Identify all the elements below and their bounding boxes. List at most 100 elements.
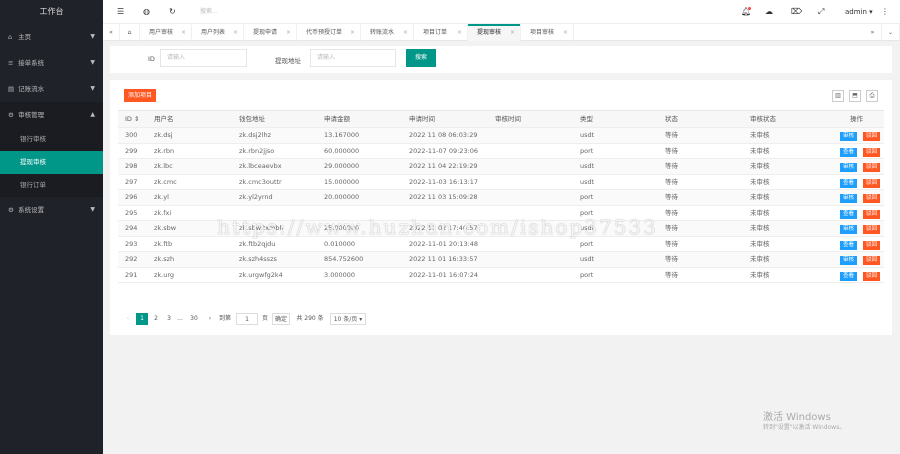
page-1[interactable]: 1 bbox=[136, 313, 148, 325]
reject-button[interactable]: 驳回 bbox=[863, 163, 881, 172]
cell-audit: 未审核 bbox=[750, 208, 770, 217]
cell-id: 295 bbox=[125, 208, 138, 217]
tab-transfer-flow[interactable]: 转账流水 × bbox=[361, 24, 414, 41]
cell-id: 292 bbox=[125, 255, 138, 263]
sidebar-item-settings[interactable]: ⚙ 系统设置 ▼ bbox=[0, 197, 103, 223]
tab-label: 用户列表 bbox=[201, 29, 226, 36]
cell-amt: 29.000000 bbox=[324, 162, 360, 170]
refresh-icon[interactable]: ↻ bbox=[169, 0, 176, 24]
reject-button[interactable]: 驳回 bbox=[863, 240, 881, 250]
close-icon[interactable]: × bbox=[350, 24, 355, 41]
reject-button[interactable]: 驳回 bbox=[863, 132, 881, 141]
reject-button[interactable]: 驳回 bbox=[863, 271, 881, 281]
tag-icon[interactable]: ⌦ bbox=[791, 0, 802, 24]
windows-activate-hint: 转到"设置"以激活 Windows。 bbox=[763, 424, 846, 431]
add-project-button[interactable]: 添加项目 bbox=[124, 89, 156, 102]
tab-menu-icon[interactable]: ⌄ bbox=[882, 24, 900, 41]
table-row: 300 zk.dsj zk.dsj2lhz 13.167000 2022 11 08 0… bbox=[118, 128, 884, 144]
export-icon[interactable]: ⬒ bbox=[849, 90, 861, 102]
sidebar-item-ledger[interactable]: ▤ 记账流水 ▼ bbox=[0, 76, 103, 102]
close-icon[interactable]: × bbox=[563, 24, 568, 41]
reject-button[interactable]: 驳回 bbox=[863, 209, 881, 219]
approve-button[interactable]: 查看 bbox=[840, 147, 858, 157]
reject-button[interactable]: 驳回 bbox=[863, 225, 881, 234]
table-row: 299 zk.rbn zk.rbn2jjso 60.000000 2022-11-07 … bbox=[118, 144, 884, 159]
table-row: 291 zk.urg zk.urgwfg2k4 3.000000 2022-11-01 … bbox=[118, 268, 884, 283]
home-tab-icon[interactable]: ⌂ bbox=[120, 24, 140, 41]
address-input[interactable]: 请输入 bbox=[310, 49, 396, 67]
chevron-down-icon: ▼ bbox=[90, 206, 95, 213]
sidebar-sub-withdraw-audit[interactable]: 提现审核 bbox=[0, 151, 103, 174]
cell-id: 299 bbox=[125, 146, 138, 155]
close-icon[interactable]: × bbox=[457, 24, 462, 41]
sidebar-item-audit[interactable]: ⚙ 审核管理 ▲ bbox=[0, 102, 103, 128]
close-icon[interactable]: × bbox=[403, 24, 408, 41]
cell-type: port bbox=[580, 270, 594, 279]
cell-status: 等待 bbox=[665, 270, 678, 279]
sidebar-item-home[interactable]: ⌂ 主页 ▼ bbox=[0, 24, 103, 50]
sidebar-item-label: 记账流水 bbox=[18, 85, 45, 93]
close-icon[interactable]: × bbox=[510, 24, 515, 41]
next-page-icon[interactable]: › bbox=[204, 313, 216, 325]
sidebar-sub-bank-orders[interactable]: 银行订单 bbox=[0, 174, 103, 197]
col-status: 状态 bbox=[665, 115, 678, 123]
page-2[interactable]: 2 bbox=[150, 313, 162, 325]
approve-button[interactable]: 审核 bbox=[840, 225, 858, 234]
tab-scroll-left-icon[interactable]: « bbox=[103, 24, 120, 41]
cell-time: 2022 11 08 06:03:29 bbox=[409, 131, 478, 139]
cell-user: zk.rbn bbox=[154, 146, 175, 155]
approve-button[interactable]: 查看 bbox=[840, 240, 858, 250]
menu-toggle-icon[interactable]: ☰ bbox=[117, 0, 124, 24]
sidebar-item-orders[interactable]: ≡ 接单系统 ▼ bbox=[0, 50, 103, 76]
close-icon[interactable]: × bbox=[181, 24, 186, 41]
watermark-text: https://www.huzhan.com/ishop37533 bbox=[217, 215, 658, 239]
reject-button[interactable]: 驳回 bbox=[863, 147, 881, 157]
print-icon[interactable]: ⎙ bbox=[866, 90, 878, 102]
sidebar: 工作台 ⌂ 主页 ▼ ≡ 接单系统 ▼ ▤ 记账流水 ▼ ⚙ 审核管理 ▲ 银行审核 提… bbox=[0, 0, 103, 454]
search-button[interactable]: 搜索 bbox=[406, 49, 436, 67]
approve-button[interactable]: 审核 bbox=[840, 163, 858, 172]
tab-withdraw-apply[interactable]: 提现申请 × bbox=[244, 24, 297, 41]
close-icon[interactable]: × bbox=[233, 24, 238, 41]
fullscreen-icon[interactable]: ⤢ bbox=[818, 0, 824, 24]
columns-icon[interactable]: ▥ bbox=[832, 90, 844, 102]
cell-audit: 未审核 bbox=[750, 193, 770, 201]
tab-project-audit[interactable]: 项目审核 × bbox=[521, 24, 574, 41]
page-last[interactable]: 30 bbox=[186, 313, 202, 325]
tab-scroll-right-icon[interactable]: » bbox=[864, 24, 882, 41]
more-icon[interactable]: ⋮ bbox=[881, 0, 889, 24]
approve-button[interactable]: 查看 bbox=[840, 209, 858, 219]
reject-button[interactable]: 驳回 bbox=[863, 256, 881, 265]
goto-confirm-button[interactable]: 确定 bbox=[272, 313, 290, 325]
id-input[interactable]: 请输入 bbox=[160, 49, 247, 67]
tab-user-audit[interactable]: 用户审核 × bbox=[140, 24, 192, 41]
theme-icon[interactable]: ☁ bbox=[765, 0, 773, 24]
tab-token-orders[interactable]: 代币预授订单 × bbox=[297, 24, 361, 41]
sidebar-sub-bank-audit[interactable]: 银行审核 bbox=[0, 128, 103, 151]
ledger-icon: ▤ bbox=[8, 85, 15, 93]
cell-amt: 60.000000 bbox=[324, 146, 360, 155]
close-icon[interactable]: × bbox=[286, 24, 291, 41]
page-input[interactable]: 1 bbox=[236, 313, 258, 325]
address-label: 提现地址 bbox=[275, 57, 301, 65]
user-menu[interactable]: admin ▾ bbox=[845, 0, 873, 24]
reject-button[interactable]: 驳回 bbox=[863, 178, 881, 188]
cell-status: 等待 bbox=[665, 224, 678, 232]
bell-icon[interactable]: 🔔︎ bbox=[741, 0, 751, 24]
col-id[interactable]: ID ⇕ bbox=[125, 111, 139, 128]
chevron-down-icon: ▼ bbox=[90, 59, 95, 66]
approve-button[interactable]: 审核 bbox=[840, 132, 858, 141]
approve-button[interactable]: 查看 bbox=[840, 271, 858, 281]
cell-user: zk.ftb bbox=[154, 239, 173, 248]
search-input[interactable]: 搜索... bbox=[200, 0, 218, 24]
page-size-select[interactable]: 10 条/页 ▾ bbox=[330, 313, 366, 325]
approve-button[interactable]: 审核 bbox=[840, 256, 858, 265]
globe-icon[interactable]: ◍ bbox=[143, 0, 150, 24]
tab-user-list[interactable]: 用户列表 × bbox=[192, 24, 244, 41]
approve-button[interactable]: 查看 bbox=[840, 178, 858, 188]
reject-button[interactable]: 驳回 bbox=[863, 194, 881, 203]
tab-withdraw-audit[interactable]: 提现审核 × bbox=[468, 24, 521, 41]
tab-project-orders[interactable]: 项目订单 × bbox=[414, 24, 468, 41]
prev-page-icon[interactable]: ‹ bbox=[122, 313, 134, 325]
approve-button[interactable]: 审核 bbox=[840, 194, 858, 203]
